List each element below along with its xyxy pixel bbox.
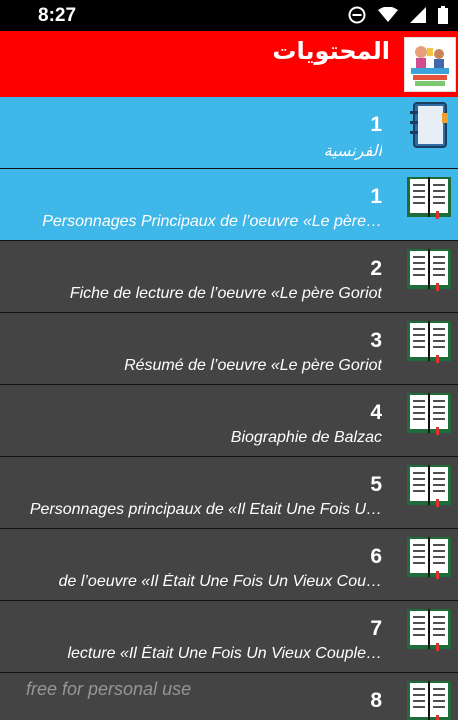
- row-subtitle: Biographie de Balzac: [230, 429, 382, 446]
- open-book-icon: [406, 173, 452, 221]
- list-item-chapter-5[interactable]: 5 Personnages principaux de «Il Etait Un…: [0, 457, 458, 529]
- row-number: 7: [370, 617, 382, 640]
- list-item-chapter-6[interactable]: 6 de l’oeuvre «Il Était Une Fois Un Vieu…: [0, 529, 458, 601]
- open-book-icon: [406, 317, 452, 365]
- row-number: 1: [370, 113, 382, 136]
- list-item-chapter-7[interactable]: 7 lecture «Il Était Une Fois Un Vieux Co…: [0, 601, 458, 673]
- row-number: 6: [370, 545, 382, 568]
- row-subtitle: Fiche de lecture de l’oeuvre «Le père Go…: [69, 285, 382, 302]
- notebook-icon: [406, 101, 452, 149]
- open-book-icon: [406, 677, 452, 720]
- list-item-chapter-3[interactable]: 3 Résumé de l’oeuvre «Le père Goriot: [0, 313, 458, 385]
- row-subtitle: Personnages Principaux de l’oeuvre «Le p…: [42, 213, 382, 230]
- status-icons: [348, 6, 448, 24]
- list-item-chapter-1[interactable]: 1 Personnages Principaux de l’oeuvre «Le…: [0, 169, 458, 241]
- do-not-disturb-icon: [348, 6, 366, 24]
- open-book-icon: [406, 533, 452, 581]
- navigation-drawer: المحتويات 1 الفرنسية 1 Personnages Princ…: [0, 31, 458, 720]
- list-item-section-french[interactable]: 1 الفرنسية: [0, 97, 458, 169]
- row-subtitle: الفرنسية: [323, 143, 382, 160]
- signal-icon: [410, 7, 426, 23]
- status-bar: 8:27: [0, 0, 458, 31]
- row-number: 1: [370, 185, 382, 208]
- row-number: 2: [370, 257, 382, 280]
- row-number: 8: [370, 689, 382, 712]
- row-number: 3: [370, 329, 382, 352]
- open-book-icon: [406, 389, 452, 437]
- row-subtitle: Résumé de l’oeuvre «Le père Goriot: [124, 357, 382, 374]
- row-subtitle: lecture «Il Était Une Fois Un Vieux Coup…: [67, 645, 382, 662]
- row-number: 5: [370, 473, 382, 496]
- battery-icon: [438, 6, 448, 24]
- row-subtitle: de l’oeuvre «Il Était Une Fois Un Vieux …: [58, 573, 382, 590]
- wifi-icon: [378, 7, 398, 22]
- row-number: 4: [370, 401, 382, 424]
- open-book-icon: [406, 605, 452, 653]
- list-item-chapter-2[interactable]: 2 Fiche de lecture de l’oeuvre «Le père …: [0, 241, 458, 313]
- row-subtitle: Personnages principaux de «Il Etait Une …: [29, 501, 382, 518]
- open-book-icon: [406, 245, 452, 293]
- watermark-text: free for personal use: [26, 679, 192, 699]
- list-item-chapter-4[interactable]: 4 Biographie de Balzac: [0, 385, 458, 457]
- open-book-icon: [406, 461, 452, 509]
- drawer-title: المحتويات: [272, 38, 390, 65]
- drawer-header: المحتويات: [0, 31, 458, 97]
- status-time: 8:27: [38, 5, 77, 26]
- books-logo-icon: [404, 37, 456, 92]
- chapter-list: 1 الفرنسية 1 Personnages Principaux de l…: [0, 97, 458, 720]
